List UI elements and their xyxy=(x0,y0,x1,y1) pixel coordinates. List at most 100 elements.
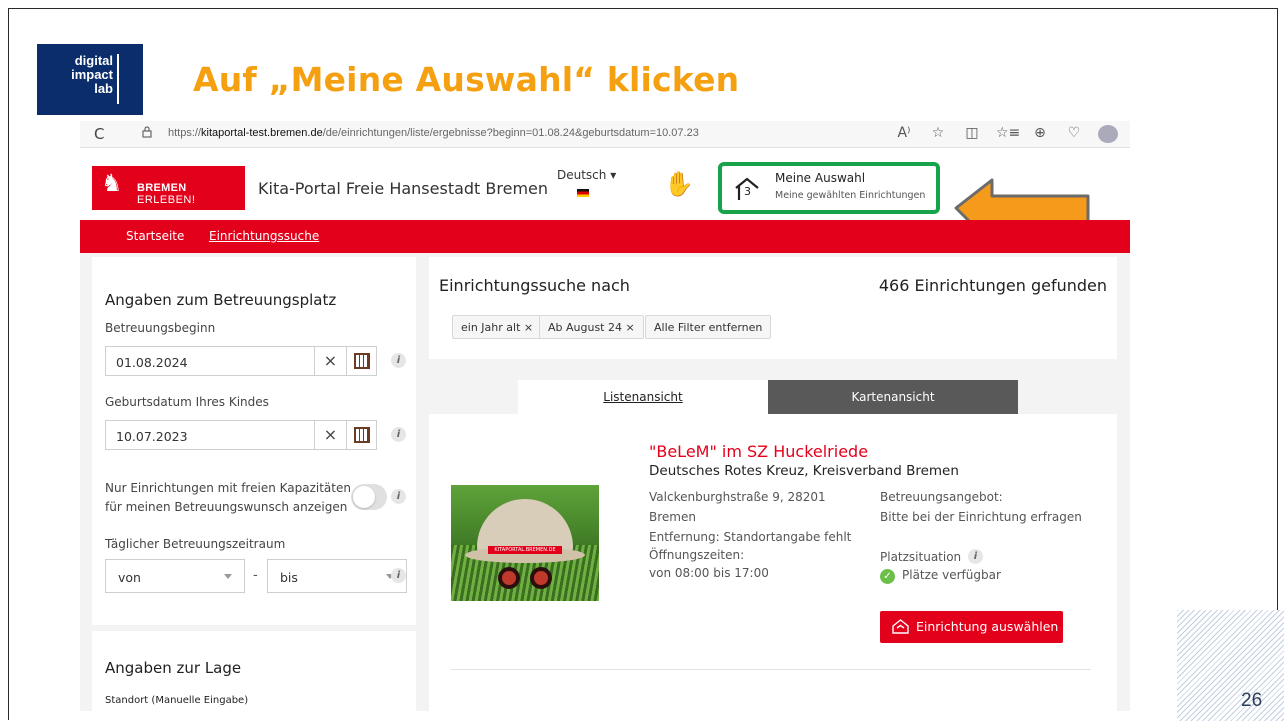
results-heading: Einrichtungssuche nach xyxy=(439,276,630,295)
logo-line: lab xyxy=(94,81,113,96)
browser-window: C https://kitaportal-test.bremen.de/de/e… xyxy=(80,121,1130,711)
favorite-star-icon[interactable]: ☆ xyxy=(928,125,948,143)
selection-count: 3 xyxy=(744,185,751,198)
portal-title: Kita-Portal Freie Hansestadt Bremen xyxy=(258,179,549,198)
select-facility-button[interactable]: Einrichtung auswählen xyxy=(880,611,1063,643)
url-text[interactable]: https://kitaportal-test.bremen.de/de/ein… xyxy=(168,127,699,139)
facility-street: Valckenburghstraße 9, 28201 xyxy=(649,490,826,504)
tab-list-view[interactable]: Listenansicht xyxy=(518,380,768,414)
logo-line: digital xyxy=(74,53,113,68)
site-header: ♞ BREMEN ERLEBEN! Kita-Portal Freie Hans… xyxy=(80,148,1130,246)
favorites-icon[interactable]: ☆≡ xyxy=(996,125,1020,143)
url-prefix: https:// xyxy=(168,127,202,139)
nav-item-home[interactable]: Startseite xyxy=(126,229,184,243)
results-count: 466 Einrichtungen gefunden xyxy=(878,276,1107,295)
corner-hatch-decoration xyxy=(1177,610,1284,721)
birth-date-calendar-button[interactable] xyxy=(347,420,377,450)
browser-toolbar: A⁾ ☆ ◫ ☆≡ ⊕ ♡ xyxy=(894,125,1118,143)
time-to-select[interactable]: bis xyxy=(267,559,407,593)
places-label: Platzsituation xyxy=(880,550,962,564)
clear-start-date-button[interactable]: × xyxy=(315,346,347,376)
check-icon: ✓ xyxy=(880,569,895,584)
location-heading: Angaben zur Lage xyxy=(105,659,242,677)
capacity-label-line-1: Nur Einrichtungen mit freien Kapazitäten xyxy=(105,481,351,495)
sign-language-icon[interactable]: ✋ xyxy=(664,170,694,198)
info-icon[interactable]: i xyxy=(391,489,406,504)
info-icon[interactable]: i xyxy=(391,427,406,442)
info-icon[interactable]: i xyxy=(391,353,406,368)
start-date-label: Betreuungsbeginn xyxy=(105,321,216,335)
language-dropdown[interactable]: Deutsch ▾ xyxy=(557,168,616,182)
info-icon[interactable]: i xyxy=(391,568,406,583)
address-bar[interactable]: C https://kitaportal-test.bremen.de/de/e… xyxy=(80,121,1130,148)
reload-icon[interactable]: C xyxy=(94,125,104,143)
birth-date-input[interactable]: 10.07.2023 xyxy=(105,420,315,450)
filter-heading: Angaben zum Betreuungsplatz xyxy=(105,291,337,309)
calendar-icon xyxy=(354,427,370,443)
start-date-calendar-button[interactable] xyxy=(347,346,377,376)
image-caption: KITAPORTAL.BREMEN.DE xyxy=(488,546,562,554)
read-aloud-icon[interactable]: A⁾ xyxy=(894,125,914,143)
birth-date-label: Geburtsdatum Ihres Kindes xyxy=(105,395,269,409)
time-range-label: Täglicher Betreuungszeitraum xyxy=(105,537,286,551)
opening-hours: von 08:00 bis 17:00 xyxy=(649,566,769,580)
language-label: Deutsch xyxy=(557,168,607,182)
opening-hours-label: Öffnungszeiten: xyxy=(649,548,745,562)
lock-icon xyxy=(142,126,152,138)
bremen-logo[interactable]: ♞ BREMEN ERLEBEN! xyxy=(92,166,245,210)
clear-filters-chip[interactable]: Alle Filter entfernen xyxy=(645,315,772,339)
logo-line: impact xyxy=(71,67,113,82)
calendar-icon xyxy=(354,353,370,369)
slide-title: Auf „Meine Auswahl“ klicken xyxy=(193,60,740,99)
profile-icon[interactable] xyxy=(1098,125,1118,143)
url-host: kitaportal-test.bremen.de xyxy=(201,127,323,139)
capacity-toggle[interactable] xyxy=(351,484,387,510)
logo-bar xyxy=(117,54,119,104)
main-navigation: Startseite Einrichtungssuche xyxy=(80,220,1130,253)
my-selection-button[interactable]: 3 Meine Auswahl Meine gewählten Einricht… xyxy=(718,162,940,214)
town-musicians-icon: ♞ xyxy=(101,170,123,197)
facility-name-link[interactable]: "BeLeM" im SZ Huckelriede xyxy=(649,442,868,461)
logo-line-1: BREMEN xyxy=(137,182,187,194)
url-path: /de/einrichtungen/liste/ergebnisse?begin… xyxy=(322,127,699,139)
result-list: KITAPORTAL.BREMEN.DE "BeLeM" im SZ Hucke… xyxy=(429,414,1117,711)
filter-panel: Angaben zum Betreuungsplatz Betreuungsbe… xyxy=(92,257,416,625)
time-to-value: bis xyxy=(280,570,298,585)
offer-label: Betreuungsangebot: xyxy=(880,490,1003,504)
capacity-label-line-2: für meinen Betreuungswunsch anzeigen xyxy=(105,500,348,514)
filter-chip-age[interactable]: ein Jahr alt × xyxy=(452,315,543,339)
my-selection-subtitle: Meine gewählten Einrichtungen xyxy=(775,190,926,201)
results-header: Einrichtungssuche nach 466 Einrichtungen… xyxy=(429,257,1117,359)
split-screen-icon[interactable]: ◫ xyxy=(962,125,982,143)
extensions-icon[interactable]: ♡ xyxy=(1064,125,1084,143)
tab-map-view[interactable]: Kartenansicht xyxy=(768,380,1018,414)
house-outline-icon xyxy=(892,619,909,634)
nav-item-search[interactable]: Einrichtungssuche xyxy=(209,229,319,243)
image-binocular xyxy=(498,567,520,589)
german-flag-icon xyxy=(577,189,589,197)
digital-impact-lab-logo: digital impact lab xyxy=(37,44,143,115)
caret-down-icon xyxy=(224,574,232,579)
facility-image: KITAPORTAL.BREMEN.DE xyxy=(451,485,599,601)
places-value: Plätze verfügbar xyxy=(902,568,1001,582)
time-from-select[interactable]: von xyxy=(105,559,245,593)
toggle-knob xyxy=(353,486,375,508)
logo-line-2: ERLEBEN! xyxy=(137,194,196,206)
select-facility-label: Einrichtung auswählen xyxy=(916,619,1059,634)
result-divider xyxy=(451,669,1091,670)
info-icon[interactable]: i xyxy=(968,549,983,564)
filter-chip-start[interactable]: Ab August 24 × xyxy=(539,315,644,339)
start-date-input[interactable]: 01.08.2024 xyxy=(105,346,315,376)
collections-icon[interactable]: ⊕ xyxy=(1030,125,1050,143)
my-selection-title: Meine Auswahl xyxy=(775,171,866,185)
facility-distance: Entfernung: Standortangabe fehlt xyxy=(649,530,852,544)
facility-organization: Deutsches Rotes Kreuz, Kreisverband Brem… xyxy=(649,463,959,479)
location-label: Standort (Manuelle Eingabe) xyxy=(105,695,249,706)
image-binocular xyxy=(530,567,552,589)
offer-value: Bitte bei der Einrichtung erfragen xyxy=(880,510,1082,524)
clear-birth-date-button[interactable]: × xyxy=(315,420,347,450)
time-range-dash: - xyxy=(253,568,258,583)
time-from-value: von xyxy=(118,570,141,585)
page-number: 26 xyxy=(1241,690,1263,711)
facility-city: Bremen xyxy=(649,510,696,524)
